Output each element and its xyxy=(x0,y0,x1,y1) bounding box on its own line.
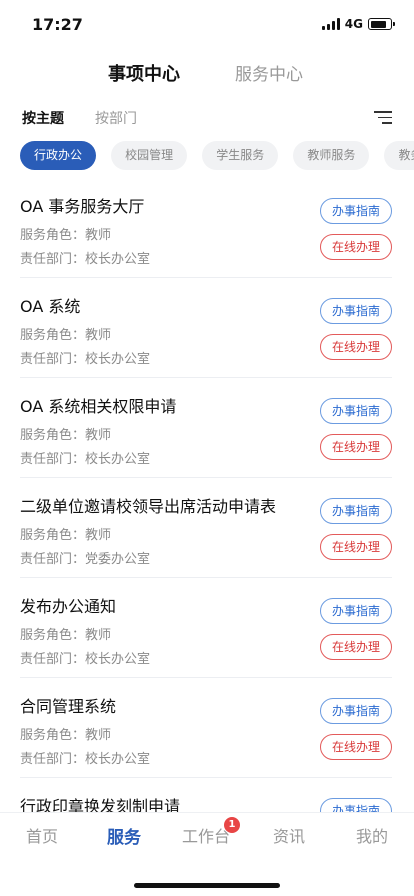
item-department: 责任部门：党委办公室 xyxy=(20,552,151,567)
filter-icon[interactable] xyxy=(374,111,392,125)
guide-button[interactable]: 办事指南 xyxy=(320,298,392,324)
list-item[interactable]: 二级单位邀请校领导出席活动申请表 服务角色：教师 责任部门：党委办公室 办事指南… xyxy=(20,478,392,578)
guide-button[interactable]: 办事指南 xyxy=(320,198,392,224)
signal-icon xyxy=(321,18,340,30)
list-item[interactable]: 合同管理系统 服务角色：教师 责任部门：校长办公室 办事指南 在线办理 xyxy=(20,678,392,778)
top-tabs: 事项中心 服务中心 xyxy=(0,56,414,88)
item-title: OA 事务服务大厅 xyxy=(20,197,145,216)
list-item[interactable]: OA 系统相关权限申请 服务角色：教师 责任部门：校长办公室 办事指南 在线办理 xyxy=(20,378,392,478)
tab-workbench[interactable]: 工作台 1 xyxy=(176,817,240,847)
online-handle-button[interactable]: 在线办理 xyxy=(320,234,392,260)
tab-service-center[interactable]: 服务中心 xyxy=(235,60,303,85)
tab-service[interactable]: 服务 xyxy=(94,823,154,848)
chip-student-service[interactable]: 学生服务 xyxy=(202,141,279,170)
item-department: 责任部门：校长办公室 xyxy=(20,252,151,267)
category-chips: 行政办公 校园管理 学生服务 教师服务 教务 xyxy=(20,141,414,171)
list-item[interactable]: OA 系统 服务角色：教师 责任部门：校长办公室 办事指南 在线办理 xyxy=(20,278,392,378)
tab-mine[interactable]: 我的 xyxy=(342,823,402,847)
tab-by-topic[interactable]: 按主题 xyxy=(22,108,64,128)
item-department: 责任部门：校长办公室 xyxy=(20,452,151,467)
guide-button[interactable]: 办事指南 xyxy=(320,498,392,524)
item-title: 行政印章换发刻制申请 xyxy=(20,797,181,814)
status-indicators: 4G xyxy=(321,17,395,31)
item-department: 责任部门：校长办公室 xyxy=(20,752,151,767)
item-department: 责任部门：校长办公室 xyxy=(20,652,151,667)
item-title: OA 系统相关权限申请 xyxy=(20,397,177,416)
list-item[interactable]: 行政印章换发刻制申请 办事指南 xyxy=(20,778,392,814)
guide-button[interactable]: 办事指南 xyxy=(320,598,392,624)
item-title: 合同管理系统 xyxy=(20,697,117,716)
item-role: 服务角色：教师 xyxy=(20,228,112,243)
item-title: 二级单位邀请校领导出席活动申请表 xyxy=(20,497,277,516)
chip-academic-affairs[interactable]: 教务 xyxy=(384,141,414,170)
home-indicator[interactable] xyxy=(134,883,280,888)
tab-workbench-label: 工作台 xyxy=(181,827,230,846)
sub-tabs: 按主题 按部门 xyxy=(0,106,414,130)
chip-admin-office[interactable]: 行政办公 xyxy=(20,141,97,170)
guide-button[interactable]: 办事指南 xyxy=(320,398,392,424)
tab-home[interactable]: 首页 xyxy=(12,823,72,847)
item-role: 服务角色：教师 xyxy=(20,628,112,643)
item-role: 服务角色：教师 xyxy=(20,728,112,743)
item-title: OA 系统 xyxy=(20,297,81,316)
chip-teacher-service[interactable]: 教师服务 xyxy=(293,141,370,170)
online-handle-button[interactable]: 在线办理 xyxy=(320,734,392,760)
bottom-tab-bar: 首页 服务 工作台 1 资讯 我的 xyxy=(0,812,414,896)
item-department: 责任部门：校长办公室 xyxy=(20,352,151,367)
item-title: 发布办公通知 xyxy=(20,597,117,616)
status-time: 17:27 xyxy=(32,15,83,34)
online-handle-button[interactable]: 在线办理 xyxy=(320,534,392,560)
battery-icon xyxy=(368,18,395,30)
item-role: 服务角色：教师 xyxy=(20,328,112,343)
tab-by-department[interactable]: 按部门 xyxy=(95,108,137,128)
online-handle-button[interactable]: 在线办理 xyxy=(320,334,392,360)
online-handle-button[interactable]: 在线办理 xyxy=(320,634,392,660)
list-item[interactable]: 发布办公通知 服务角色：教师 责任部门：校长办公室 办事指南 在线办理 xyxy=(20,578,392,678)
notification-badge: 1 xyxy=(224,817,240,833)
item-role: 服务角色：教师 xyxy=(20,528,112,543)
tab-item-center[interactable]: 事项中心 xyxy=(108,60,180,86)
network-type: 4G xyxy=(344,17,363,31)
guide-button[interactable]: 办事指南 xyxy=(320,698,392,724)
service-list: OA 事务服务大厅 服务角色：教师 责任部门：校长办公室 办事指南 在线办理 O… xyxy=(0,178,414,814)
list-item[interactable]: OA 事务服务大厅 服务角色：教师 责任部门：校长办公室 办事指南 在线办理 xyxy=(20,178,392,278)
chip-campus-management[interactable]: 校园管理 xyxy=(111,141,188,170)
status-bar: 17:27 4G xyxy=(0,0,414,48)
item-role: 服务角色：教师 xyxy=(20,428,112,443)
online-handle-button[interactable]: 在线办理 xyxy=(320,434,392,460)
tab-news[interactable]: 资讯 xyxy=(259,823,319,847)
